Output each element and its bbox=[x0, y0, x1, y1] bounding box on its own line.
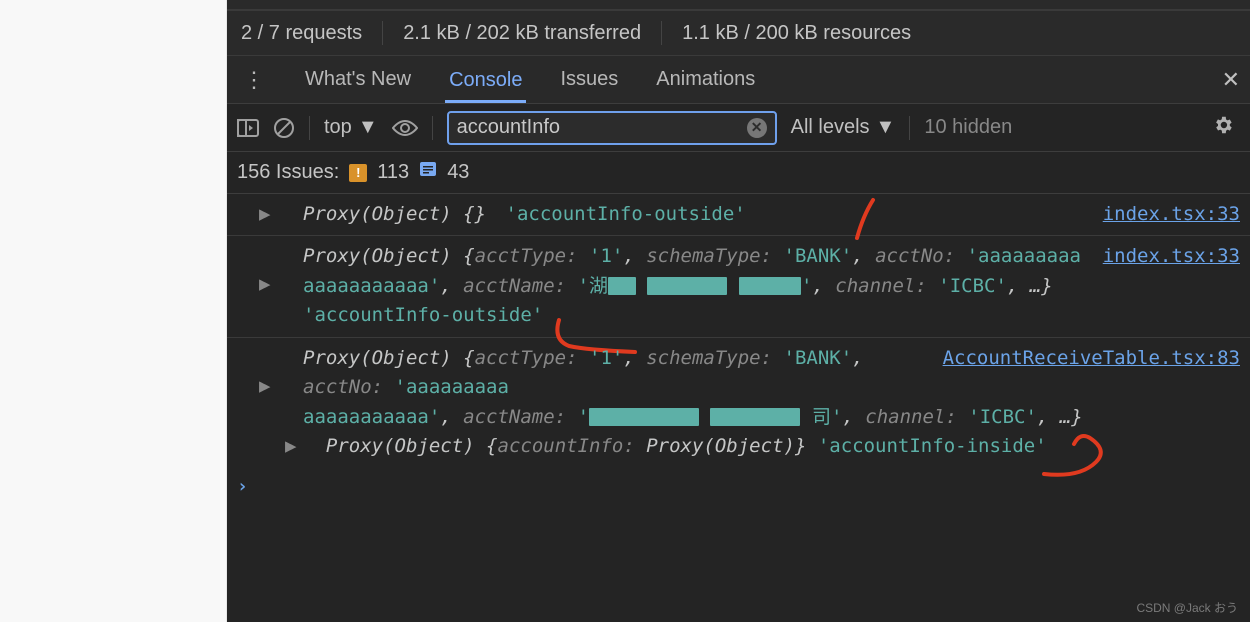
clear-filter-icon[interactable]: ✕ bbox=[747, 118, 767, 138]
console-output: index.tsx:33 ▶ Proxy(Object) {} 'account… bbox=[227, 194, 1250, 622]
close-icon[interactable]: ✕ bbox=[1222, 67, 1240, 93]
toggle-sidebar-icon[interactable] bbox=[237, 119, 259, 137]
expand-arrow-icon[interactable]: ▶ bbox=[259, 372, 270, 401]
info-count: 43 bbox=[447, 161, 469, 184]
log-tag: 'accountInfo-outside' bbox=[506, 203, 746, 225]
issues-label: 156 Issues: bbox=[237, 161, 339, 184]
warning-count: 113 bbox=[377, 161, 409, 184]
proxy-label: Proxy(Object) bbox=[303, 203, 463, 225]
clear-console-icon[interactable] bbox=[273, 117, 295, 139]
proxy-label: Proxy(Object) bbox=[303, 347, 463, 369]
tab-animations[interactable]: Animations bbox=[652, 68, 759, 91]
expand-arrow-icon[interactable]: ▶ bbox=[259, 270, 270, 299]
watermark: CSDN @Jack おう bbox=[1136, 599, 1238, 616]
log-entry[interactable]: index.tsx:33 ▶ Proxy(Object) {acctType: … bbox=[227, 236, 1250, 337]
context-selector[interactable]: top ▼ bbox=[324, 116, 378, 139]
page-background-panel bbox=[0, 0, 227, 622]
log-tag: 'accountInfo-inside' bbox=[818, 435, 1047, 457]
devtools-panel: 2 / 7 requests 2.1 kB / 202 kB transferr… bbox=[227, 0, 1250, 622]
requests-count: 2 / 7 requests bbox=[241, 22, 362, 45]
redacted-text bbox=[608, 277, 636, 295]
drawer-tabs: ⋮ What's New Console Issues Animations ✕ bbox=[227, 56, 1250, 104]
log-tag: 'accountInfo-outside' bbox=[303, 304, 543, 326]
network-summary-bar: 2 / 7 requests 2.1 kB / 202 kB transferr… bbox=[227, 10, 1250, 56]
log-levels-selector[interactable]: All levels ▼ bbox=[791, 116, 896, 139]
chevron-down-icon: ▼ bbox=[876, 116, 896, 139]
resources-size: 1.1 kB / 200 kB resources bbox=[682, 22, 911, 45]
redacted-text bbox=[589, 408, 699, 426]
redacted-text bbox=[647, 277, 727, 295]
tab-issues[interactable]: Issues bbox=[556, 68, 622, 91]
warning-icon: ! bbox=[349, 164, 367, 182]
divider bbox=[309, 116, 310, 140]
console-prompt[interactable]: › bbox=[227, 468, 1250, 518]
transferred-size: 2.1 kB / 202 kB transferred bbox=[403, 22, 641, 45]
info-icon bbox=[419, 161, 437, 185]
prompt-chevron-icon: › bbox=[237, 476, 248, 497]
gear-icon[interactable] bbox=[1212, 114, 1234, 142]
chevron-down-icon: ▼ bbox=[358, 116, 378, 139]
log-entry[interactable]: index.tsx:33 ▶ Proxy(Object) {} 'account… bbox=[227, 194, 1250, 236]
levels-label: All levels bbox=[791, 116, 870, 139]
expand-arrow-icon[interactable]: ▶ bbox=[259, 200, 270, 229]
proxy-label: Proxy(Object) bbox=[326, 435, 486, 457]
console-toolbar: top ▼ ✕ All levels ▼ 10 hidden bbox=[227, 104, 1250, 152]
divider bbox=[661, 21, 662, 45]
divider bbox=[909, 116, 910, 140]
log-entry[interactable]: AccountReceiveTable.tsx:83 ▶ Proxy(Objec… bbox=[227, 338, 1250, 468]
tab-whats-new[interactable]: What's New bbox=[301, 68, 415, 91]
redacted-text bbox=[739, 277, 801, 295]
context-label: top bbox=[324, 116, 352, 139]
filter-box[interactable]: ✕ bbox=[447, 111, 777, 145]
issues-bar[interactable]: 156 Issues: ! 113 43 bbox=[227, 152, 1250, 194]
redacted-text bbox=[710, 408, 800, 426]
divider bbox=[382, 21, 383, 45]
proxy-label: Proxy(Object) bbox=[303, 245, 463, 267]
hidden-count[interactable]: 10 hidden bbox=[924, 116, 1012, 139]
expand-arrow-icon[interactable]: ▶ bbox=[285, 435, 308, 457]
tab-console[interactable]: Console bbox=[445, 69, 526, 103]
live-expression-icon[interactable] bbox=[392, 119, 418, 137]
filter-input[interactable] bbox=[457, 116, 747, 139]
braces: {} bbox=[463, 203, 486, 225]
more-icon[interactable]: ⋮ bbox=[237, 67, 271, 93]
divider bbox=[432, 116, 433, 140]
network-table-stub bbox=[227, 0, 1250, 10]
